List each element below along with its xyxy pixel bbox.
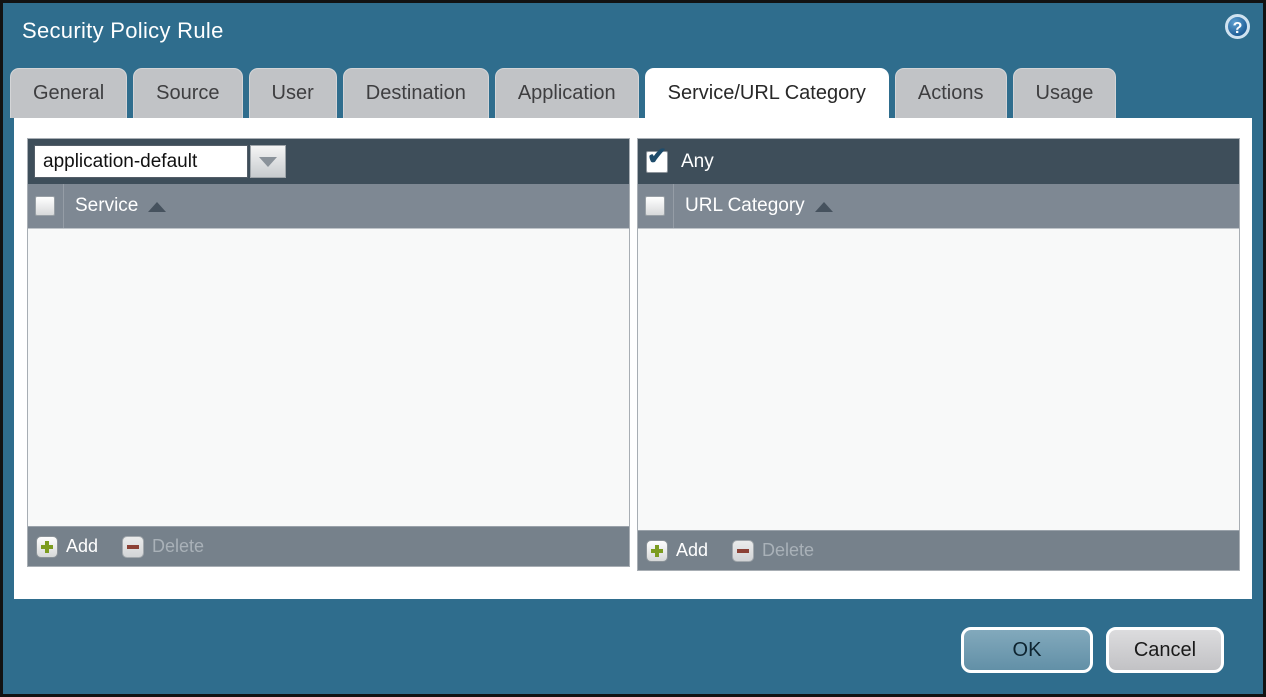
tab-actions[interactable]: Actions	[895, 68, 1007, 118]
chevron-down-icon	[259, 157, 277, 167]
tab-service-url-category[interactable]: Service/URL Category	[645, 68, 889, 118]
url-category-panel-footer: Add Delete	[638, 530, 1239, 570]
service-type-combobox	[34, 145, 286, 178]
service-panel-footer: Add Delete	[28, 526, 629, 566]
add-service-button[interactable]: Add	[36, 536, 98, 558]
sort-ascending-icon	[148, 202, 166, 212]
security-policy-rule-dialog: Security Policy Rule ? General Source Us…	[0, 0, 1266, 697]
delete-url-category-button[interactable]: Delete	[732, 540, 814, 562]
help-icon[interactable]: ?	[1225, 14, 1250, 39]
service-sort-header[interactable]: Service	[63, 184, 629, 228]
select-all-url-categories-checkbox[interactable]	[645, 196, 665, 216]
any-checkbox-row: ✔ Any	[644, 151, 714, 173]
url-category-list[interactable]	[638, 229, 1239, 530]
cancel-button[interactable]: Cancel	[1106, 627, 1224, 673]
tab-general[interactable]: General	[10, 68, 127, 118]
url-category-panel-toolbar: ✔ Any	[638, 139, 1239, 184]
delete-service-button[interactable]: Delete	[122, 536, 204, 558]
checkmark-icon: ✔	[647, 145, 667, 169]
plus-icon	[36, 536, 58, 558]
service-panel: Service Add Delete	[27, 138, 630, 567]
ok-button[interactable]: OK	[961, 627, 1093, 673]
add-url-category-button[interactable]: Add	[646, 540, 708, 562]
minus-icon	[122, 536, 144, 558]
minus-icon	[732, 540, 754, 562]
url-category-column-header-row: URL Category	[638, 184, 1239, 229]
service-column-label: Service	[75, 195, 138, 217]
tab-user[interactable]: User	[249, 68, 337, 118]
any-checkbox-label: Any	[681, 151, 714, 173]
service-type-dropdown-button[interactable]	[250, 145, 286, 178]
url-category-column-label: URL Category	[685, 195, 805, 217]
dialog-title: Security Policy Rule	[22, 18, 224, 44]
sort-ascending-icon	[815, 202, 833, 212]
tab-bar: General Source User Destination Applicat…	[10, 68, 1116, 118]
tab-application[interactable]: Application	[495, 68, 639, 118]
service-panel-toolbar	[28, 139, 629, 184]
url-category-panel: ✔ Any URL Category Add	[637, 138, 1240, 571]
url-category-sort-header[interactable]: URL Category	[673, 184, 1239, 228]
service-column-header-row: Service	[28, 184, 629, 229]
service-type-input[interactable]	[34, 145, 248, 178]
tab-source[interactable]: Source	[133, 68, 242, 118]
select-all-services-checkbox[interactable]	[35, 196, 55, 216]
tab-destination[interactable]: Destination	[343, 68, 489, 118]
plus-icon	[646, 540, 668, 562]
dialog-content: Service Add Delete	[14, 118, 1252, 599]
any-checkbox[interactable]: ✔	[646, 151, 668, 173]
service-list[interactable]	[28, 229, 629, 526]
tab-usage[interactable]: Usage	[1013, 68, 1117, 118]
